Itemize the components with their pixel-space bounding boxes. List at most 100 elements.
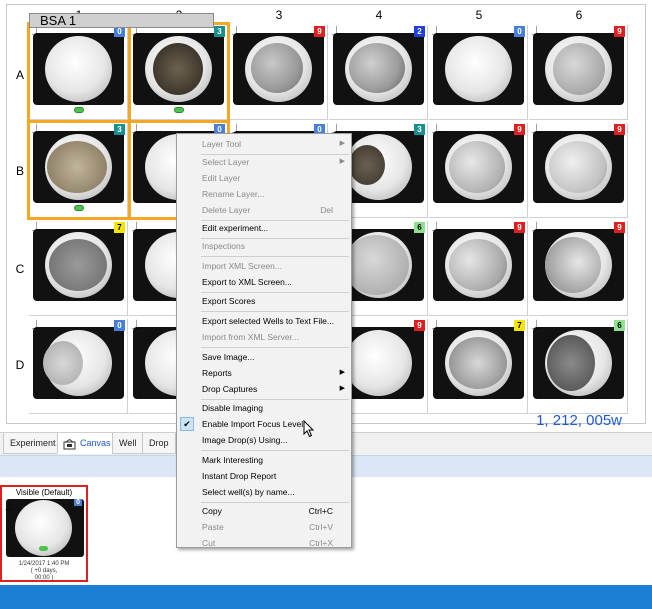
well[interactable]: ⏊ 3 xyxy=(29,123,128,218)
menu-layer-tool[interactable]: Layer Tool ▶ xyxy=(177,136,351,152)
menu-select-wells-by-name[interactable]: Select well(s) by name... xyxy=(177,484,351,500)
menu-edit-experiment[interactable]: Edit experiment... xyxy=(177,220,351,236)
menu-enable-import-focus[interactable]: ✔ Enable Import Focus Level xyxy=(177,416,351,432)
drop-indicator xyxy=(74,205,84,211)
flask-icon: ⏊ xyxy=(232,26,242,36)
score-badge: 0 xyxy=(514,26,525,37)
well[interactable]: ⏊ 2 xyxy=(329,25,428,120)
tab-well[interactable]: Well xyxy=(112,433,144,454)
menu-edit-layer[interactable]: Edit Layer xyxy=(177,170,351,186)
menu-export-xml-screen[interactable]: Export to XML Screen... xyxy=(177,274,351,290)
score-badge: 0 xyxy=(114,320,125,331)
tab-drop[interactable]: Drop xyxy=(142,433,176,454)
flask-icon: ⏊ xyxy=(432,222,442,232)
flask-icon: ⏊ xyxy=(132,222,142,232)
row-label: A xyxy=(15,68,24,82)
menu-import-xml-screen[interactable]: Import XML Screen... xyxy=(177,258,351,274)
score-badge: 7 xyxy=(114,222,125,233)
well-image xyxy=(33,131,124,203)
context-menu: Layer Tool ▶ Select Layer ▶ Edit Layer Ren… xyxy=(176,133,352,548)
score-badge: 7 xyxy=(514,320,525,331)
submenu-arrow-icon: ▶ xyxy=(339,140,345,147)
tab-canvas[interactable]: Canvas xyxy=(57,433,118,454)
tab-canvas-label: Canvas xyxy=(80,438,111,448)
score-badge: 2 xyxy=(414,26,425,37)
score-badge: 9 xyxy=(514,222,525,233)
flask-icon: ⏊ xyxy=(32,222,42,232)
well[interactable]: ⏊ 0 xyxy=(29,25,128,120)
well[interactable]: ⏊9 xyxy=(429,221,528,316)
well[interactable]: ⏊ 0 xyxy=(429,25,528,120)
well-image xyxy=(433,33,524,105)
well-image xyxy=(533,229,624,301)
well[interactable]: ⏊9 xyxy=(529,123,628,218)
well[interactable]: ⏊ 7 xyxy=(29,221,128,316)
menu-save-image[interactable]: Save Image... xyxy=(177,349,351,365)
canvas-icon xyxy=(63,437,76,450)
well[interactable]: ⏊ 3 xyxy=(129,25,228,120)
flask-icon: ⏊ xyxy=(532,124,542,134)
drop-indicator xyxy=(74,107,84,113)
score-badge: 9 xyxy=(614,222,625,233)
well[interactable]: ⏊ 0 xyxy=(29,319,128,414)
mouse-cursor-icon xyxy=(303,420,315,438)
flask-icon: ⏊ xyxy=(5,501,15,511)
well-image xyxy=(533,131,624,203)
score-badge: 9 xyxy=(314,26,325,37)
menu-copy[interactable]: Copy Ctrl+C xyxy=(177,503,351,519)
well-image xyxy=(333,33,424,105)
menu-reports[interactable]: Reports ▶ xyxy=(177,365,351,381)
menu-image-drops[interactable]: Image Drop(s) Using... xyxy=(177,432,351,448)
well[interactable]: ⏊9 xyxy=(529,25,628,120)
menu-import-xml-server[interactable]: Import from XML Server... xyxy=(177,329,351,345)
submenu-arrow-icon: ▶ xyxy=(339,158,345,165)
column-label: 4 xyxy=(375,8,383,22)
menu-select-layer[interactable]: Select Layer ▶ xyxy=(177,154,351,170)
menu-cut[interactable]: Cut Ctrl+X xyxy=(177,535,351,551)
row-label: C xyxy=(15,262,25,276)
column-label: 3 xyxy=(275,8,283,22)
score-badge: 9 xyxy=(614,26,625,37)
well[interactable]: ⏊9 xyxy=(529,221,628,316)
well-image xyxy=(133,33,224,105)
score-badge: 3 xyxy=(114,124,125,135)
flask-icon: ⏊ xyxy=(532,320,542,330)
well-image xyxy=(233,33,324,105)
menu-delete-layer[interactable]: Delete Layer Del xyxy=(177,202,351,218)
flask-icon: ⏊ xyxy=(532,26,542,36)
score-badge: 6 xyxy=(614,320,625,331)
well-image xyxy=(533,33,624,105)
score-badge: 9 xyxy=(414,320,425,331)
menu-export-scores[interactable]: Export Scores xyxy=(177,293,351,309)
coordinate-readout: 1, 212, 005w xyxy=(536,412,622,429)
flask-icon: ⏊ xyxy=(432,26,442,36)
well-image xyxy=(33,33,124,105)
well-image xyxy=(33,229,124,301)
group-label[interactable]: BSA 1 xyxy=(29,13,214,28)
menu-export-wells-text[interactable]: Export selected Wells to Text File... xyxy=(177,313,351,329)
score-badge: 3 xyxy=(214,26,225,37)
score-badge: 9 xyxy=(514,124,525,135)
well-image xyxy=(433,131,524,203)
menu-rename-layer[interactable]: Rename Layer... xyxy=(177,186,351,202)
checkmark-icon: ✔ xyxy=(180,417,194,431)
row-label: D xyxy=(15,358,25,372)
row-label: B xyxy=(15,164,24,178)
menu-mark-interesting[interactable]: Mark Interesting xyxy=(177,452,351,468)
score-badge: 6 xyxy=(414,222,425,233)
menu-drop-captures[interactable]: Drop Captures ▶ xyxy=(177,381,351,397)
well[interactable]: ⏊ 7 xyxy=(429,319,528,414)
thumbnail-meta: 1/24/2017 1:40 PM ( +0 days, 00:00 ) xyxy=(18,561,70,581)
well[interactable]: ⏊9 xyxy=(229,25,328,120)
capture-thumbnail[interactable]: Visible (Default) ⏊ 0 1/24/2017 1:40 PM … xyxy=(0,485,88,582)
well[interactable]: ⏊6 xyxy=(529,319,628,414)
tab-experiment[interactable]: Experiment xyxy=(3,433,63,454)
column-label: 6 xyxy=(575,8,583,22)
menu-inspections[interactable]: Inspections xyxy=(177,238,351,254)
well[interactable]: ⏊9 xyxy=(429,123,528,218)
flask-icon: ⏊ xyxy=(432,124,442,134)
menu-paste[interactable]: Paste Ctrl+V xyxy=(177,519,351,535)
well-image xyxy=(533,327,624,399)
menu-instant-drop-report[interactable]: Instant Drop Report xyxy=(177,468,351,484)
menu-disable-imaging[interactable]: Disable Imaging xyxy=(177,400,351,416)
